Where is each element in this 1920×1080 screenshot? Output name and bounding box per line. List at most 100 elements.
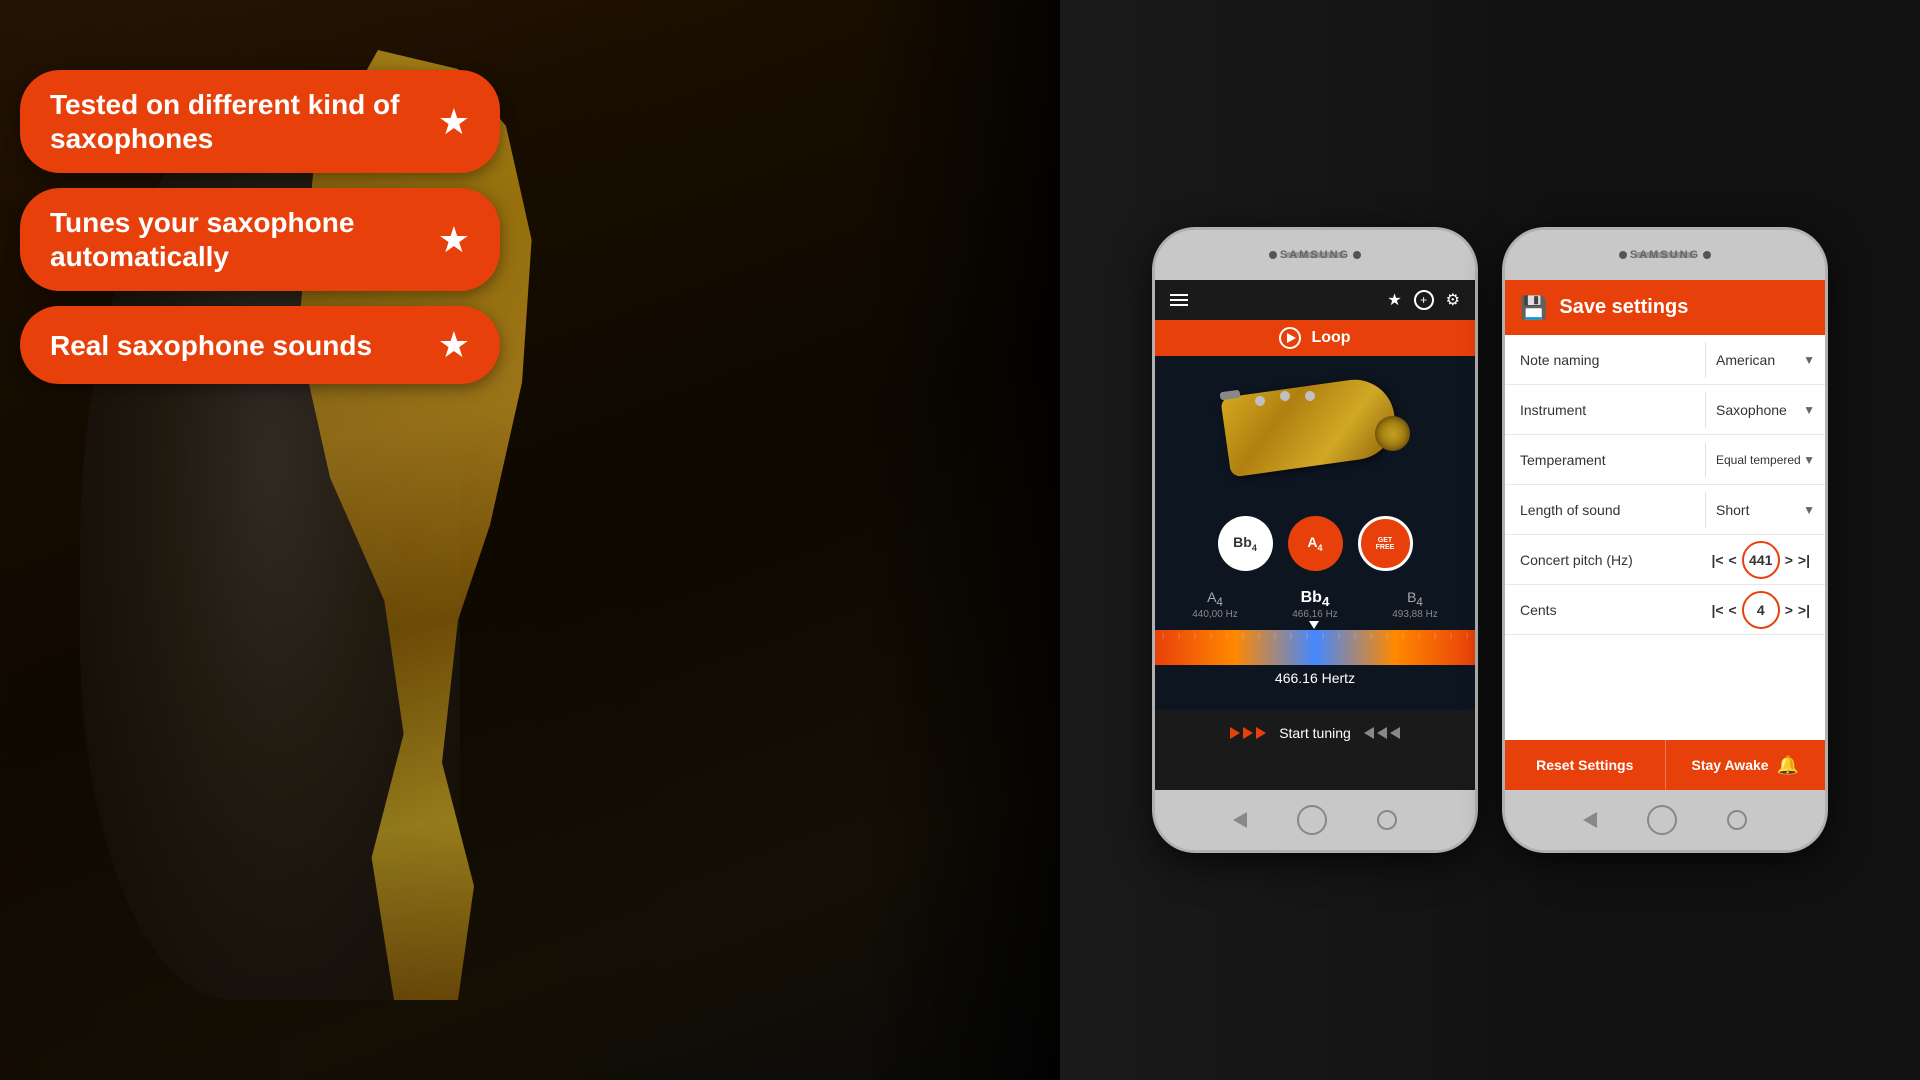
menu-line-1 — [1170, 294, 1188, 296]
arrow-2 — [1243, 727, 1253, 739]
temperament-label: Temperament — [1505, 442, 1705, 478]
feature-text-3: Real saxophone sounds — [50, 329, 418, 363]
sax-bell — [1375, 416, 1410, 451]
cents-row: Cents |< < 4 > >| — [1505, 585, 1825, 635]
cents-val-text: 4 — [1757, 602, 1765, 618]
note-naming-val-text: American — [1716, 352, 1775, 368]
freq-left-note: A4 — [1192, 589, 1238, 609]
feature-badge-3: Real saxophone sounds ★ — [20, 306, 500, 384]
phone-1-bottom-bar — [1155, 790, 1475, 850]
start-tuning-bar[interactable]: Start tuning — [1155, 710, 1475, 755]
settings-screen: 💾 Save settings Note naming American ▼ I… — [1505, 280, 1825, 790]
favorite-icon[interactable]: ★ — [1387, 290, 1401, 310]
cents-skip-fwd-btn[interactable]: >| — [1798, 602, 1810, 618]
add-icon[interactable]: + — [1414, 290, 1434, 310]
phone-1-home-button[interactable] — [1297, 805, 1327, 835]
tuner-needle-indicator — [1309, 621, 1319, 629]
concert-pitch-label: Concert pitch (Hz) — [1520, 552, 1711, 568]
save-settings-icon: 💾 — [1520, 295, 1547, 321]
phone-2-top-bar: SAMSUNG — [1505, 230, 1825, 280]
freq-right-note: B4 — [1392, 589, 1438, 609]
arrow-3 — [1256, 727, 1266, 739]
length-sound-value[interactable]: Short ▼ — [1705, 492, 1825, 528]
length-sound-row: Length of sound Short ▼ — [1505, 485, 1825, 535]
back-arrow-2 — [1377, 727, 1387, 739]
cents-fwd-btn[interactable]: > — [1785, 602, 1793, 618]
star-icon-1: ★ — [438, 101, 470, 143]
phone-2-bottom-bar — [1505, 790, 1825, 850]
stay-awake-button[interactable]: Stay Awake 🔔 — [1666, 740, 1826, 790]
loop-play-icon — [1287, 333, 1296, 343]
pitch-skip-fwd-btn[interactable]: >| — [1798, 552, 1810, 568]
phone-1-dark-bottom — [1155, 755, 1475, 790]
phone-1-wrapper: SAMSUNG ★ + ⚙ — [1155, 230, 1475, 850]
cents-value-display: 4 — [1742, 591, 1780, 629]
instrument-value[interactable]: Saxophone ▼ — [1705, 392, 1825, 428]
note-bb4-text: Bb4 — [1233, 534, 1257, 553]
camera-dot-right — [1353, 251, 1361, 259]
concert-pitch-controls: |< < 441 > >| — [1711, 541, 1810, 579]
freq-right: B4 493,88 Hz — [1392, 589, 1438, 620]
start-tuning-label: Start tuning — [1279, 725, 1351, 741]
loop-play-button[interactable] — [1279, 327, 1301, 349]
stay-awake-icon: 🔔 — [1777, 755, 1799, 776]
saxophone-display — [1155, 356, 1475, 506]
tuner-meter: | | | | | | | | | | | | — [1155, 630, 1475, 665]
feature-text-1: Tested on different kind of saxophones — [50, 88, 418, 155]
star-icon-2: ★ — [438, 219, 470, 261]
phone-2-screen: 💾 Save settings Note naming American ▼ I… — [1505, 280, 1825, 790]
phone-2-brand: SAMSUNG — [1630, 249, 1700, 261]
phone-1-recent-button[interactable] — [1377, 810, 1397, 830]
feature-badge-2: Tunes your saxophone automatically ★ — [20, 188, 500, 291]
menu-line-2 — [1170, 299, 1188, 301]
temperament-dropdown-icon: ▼ — [1803, 453, 1815, 467]
stay-awake-label: Stay Awake — [1692, 757, 1769, 773]
tuner-meter-container: | | | | | | | | | | | | — [1155, 625, 1475, 665]
current-frequency-display: 466.16 Hertz — [1270, 665, 1360, 691]
length-sound-dropdown-icon: ▼ — [1803, 503, 1815, 517]
note-naming-label: Note naming — [1505, 342, 1705, 378]
pitch-back-btn[interactable]: < — [1729, 552, 1737, 568]
phone-2-back-button[interactable] — [1583, 812, 1597, 828]
feature-badge-1: Tested on different kind of saxophones ★ — [20, 70, 500, 173]
temperament-row: Temperament Equal tempered ▼ — [1505, 435, 1825, 485]
freq-right-hz: 493,88 Hz — [1392, 609, 1438, 620]
note-naming-dropdown-icon: ▼ — [1803, 353, 1815, 367]
freq-center-hz: 466,16 Hz — [1292, 609, 1338, 620]
pitch-skip-back-btn[interactable]: |< — [1711, 552, 1723, 568]
settings-icon[interactable]: ⚙ — [1446, 290, 1460, 310]
pitch-fwd-btn[interactable]: > — [1785, 552, 1793, 568]
note-circles-row: Bb4 A4 GET FREE — [1208, 506, 1423, 581]
freq-left: A4 440,00 Hz — [1192, 589, 1238, 620]
cents-controls: |< < 4 > >| — [1711, 591, 1810, 629]
frequency-display: A4 440,00 Hz Bb4 466,16 Hz B4 493,88 Hz — [1155, 581, 1475, 620]
temperament-value[interactable]: Equal tempered ▼ — [1705, 443, 1825, 477]
loop-label: Loop — [1311, 329, 1350, 347]
note-bb4-circle: Bb4 — [1218, 516, 1273, 571]
cents-skip-back-btn[interactable]: |< — [1711, 602, 1723, 618]
instrument-dropdown-icon: ▼ — [1803, 403, 1815, 417]
camera-dot-left-2 — [1619, 251, 1627, 259]
note-a4-text: A4 — [1307, 534, 1322, 553]
instrument-row: Instrument Saxophone ▼ — [1505, 385, 1825, 435]
tuner-nav-icons: ★ + ⚙ — [1387, 290, 1460, 310]
camera-dot-left — [1269, 251, 1277, 259]
note-naming-value[interactable]: American ▼ — [1705, 342, 1825, 378]
star-icon-3: ★ — [438, 324, 470, 366]
phone-2-home-button[interactable] — [1647, 805, 1677, 835]
length-sound-val-text: Short — [1716, 502, 1749, 518]
get-free-button[interactable]: GET FREE — [1358, 516, 1413, 571]
freq-center: Bb4 466,16 Hz — [1292, 589, 1338, 620]
camera-dot-right-2 — [1703, 251, 1711, 259]
phone-2-recent-button[interactable] — [1727, 810, 1747, 830]
reset-settings-label: Reset Settings — [1536, 757, 1633, 773]
tuner-nav-bar: ★ + ⚙ — [1155, 280, 1475, 320]
phone-1-top-bar: SAMSUNG — [1155, 230, 1475, 280]
cents-back-btn[interactable]: < — [1729, 602, 1737, 618]
phone-1-back-button[interactable] — [1233, 812, 1247, 828]
temperament-val-text: Equal tempered — [1716, 453, 1801, 467]
phone-2-frame: SAMSUNG 💾 Save settings Note naming Amer… — [1505, 230, 1825, 850]
reset-settings-button[interactable]: Reset Settings — [1505, 740, 1666, 790]
menu-icon[interactable] — [1170, 294, 1188, 306]
freq-center-note: Bb4 — [1292, 589, 1338, 609]
